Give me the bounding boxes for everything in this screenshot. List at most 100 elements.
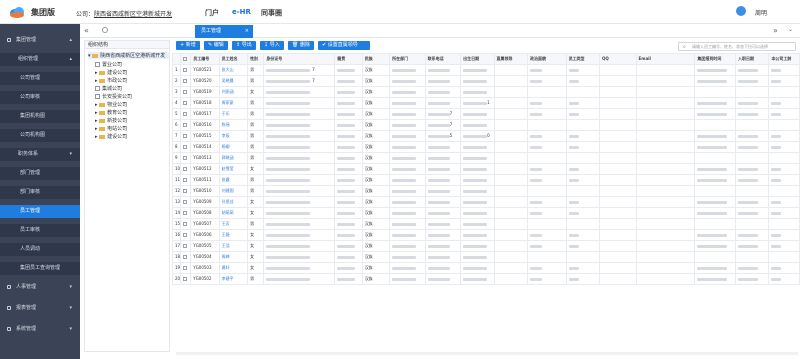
table-row[interactable]: 4 YG00518 周家豪 男 汉族 1 [172,97,800,109]
table-row[interactable]: 14 YG00508 胡萌萌 女 汉族 [172,207,800,219]
column-header[interactable]: 性别 [247,53,265,65]
toolbar-button-3[interactable]: ↧ 导入 [260,41,284,50]
toolbar-button-5[interactable]: ✔ 设置直属领导 [318,41,370,50]
row-checkbox-cell[interactable] [180,174,192,186]
column-header[interactable]: 集团报到时间 [694,53,736,65]
row-checkbox[interactable] [183,211,188,215]
column-header[interactable]: QQ [599,53,637,65]
toolbar-button-2[interactable]: ↥ 导出 [232,41,256,50]
row-checkbox-cell[interactable] [180,196,192,208]
row-checkbox-cell[interactable] [180,218,192,230]
toolbar-button-0[interactable]: + 新增 [176,41,200,50]
column-header[interactable] [172,53,182,65]
employee-name[interactable]: 周婷 [218,251,249,263]
sidebar-item-13[interactable]: 人事管理 ▾ [0,281,80,294]
employee-name[interactable]: 于乐 [218,108,249,120]
sidebar-item-15[interactable]: 系统管理 ▾ [0,323,80,336]
sidebar-item-5[interactable]: 公司机构图 [0,129,80,142]
employee-name[interactable]: 郭晓涵 [218,152,249,164]
sidebar-item-11[interactable]: 人员调动 [0,243,80,256]
sidebar-item-10[interactable]: 员工审核 [0,224,80,237]
employee-name[interactable]: 王芳 [218,218,249,230]
table-row[interactable]: 5 YG00517 于乐 男 汉族 7 [172,108,800,120]
employee-name[interactable]: 周家豪 [218,97,249,109]
row-checkbox-cell[interactable] [180,130,192,142]
employee-name[interactable]: 陈瑶 [218,119,249,131]
sidebar-item-9[interactable]: 员工管理 [0,205,80,218]
row-checkbox-cell[interactable] [180,86,192,98]
employee-name[interactable]: 李建平 [218,273,249,285]
row-checkbox[interactable] [183,79,188,83]
row-checkbox[interactable] [183,68,188,72]
sidebar-item-3[interactable]: 公司审核 [0,91,80,104]
column-header[interactable]: 员工类型 [565,53,601,65]
row-checkbox-cell[interactable] [180,240,192,252]
nav-portal[interactable]: 门户 [205,8,219,18]
chevron-down-icon[interactable]: ⌄ [788,26,793,33]
tree-node[interactable]: ▸ 市政公司 [95,77,127,84]
row-checkbox[interactable] [183,266,188,270]
row-checkbox-cell[interactable] [180,262,192,274]
row-checkbox-cell[interactable] [180,75,192,87]
employee-name[interactable]: 王磊 [218,229,249,241]
nav-ehr[interactable]: e-HR [232,8,251,16]
employee-name[interactable]: 胡萌萌 [218,207,249,219]
row-checkbox[interactable] [183,123,188,127]
sidebar-item-12[interactable]: 集团员工查询管理 [0,262,80,275]
table-row[interactable]: 1 YG00521 张大山 男 7 汉族 [172,64,800,76]
row-checkbox[interactable] [183,222,188,226]
employee-name[interactable]: 赵雪莹 [218,163,249,175]
column-header[interactable]: 籍贯 [334,53,363,65]
table-row[interactable]: 12 YG00510 刘建国 男 汉族 [172,185,800,197]
sidebar-item-1[interactable]: 组织管理 ▴ [0,53,80,66]
scroll-tabs-icon[interactable]: » [773,26,778,35]
employee-name[interactable]: 王浩 [218,240,249,252]
row-checkbox-cell[interactable] [180,108,192,120]
row-checkbox-cell[interactable] [180,119,192,131]
row-checkbox-cell[interactable] [180,185,192,197]
table-row[interactable]: 2 YG00520 吴晓晨 男 7 汉族 [172,75,800,87]
table-row[interactable]: 20 YG00502 李建平 男 汉族 [172,273,800,285]
table-row[interactable]: 9 YG00513 郭晓涵 男 汉族 [172,152,800,164]
row-checkbox[interactable] [183,156,188,160]
sidebar-item-2[interactable]: 公司管理 [0,72,80,85]
employee-name[interactable]: 孙思佳 [218,196,249,208]
row-checkbox-cell[interactable] [180,207,192,219]
column-header[interactable]: 本公司工龄 [768,53,800,65]
tree-node[interactable]: ▸ 建设公司 [95,133,127,140]
row-checkbox[interactable] [183,200,188,204]
row-checkbox[interactable] [183,255,188,259]
collapse-icon[interactable]: « [84,26,89,35]
tree-node[interactable]: ▸ 电站公司 [95,125,127,132]
row-checkbox-cell[interactable] [180,273,192,285]
tree-node[interactable]: 长安投资公司 [95,93,132,100]
table-row[interactable]: 8 YG00514 杨柳 男 汉族 [172,141,800,153]
row-checkbox[interactable] [183,112,188,116]
tree-node[interactable]: ▸ 建设公司 [95,69,127,76]
close-icon[interactable]: × [245,25,249,38]
row-checkbox-cell[interactable] [180,64,192,76]
column-header[interactable]: Email [635,53,696,65]
tree-node[interactable]: ▸ 物业公司 [95,101,127,108]
tree-node[interactable]: ▸ 新技公司 [95,117,127,124]
column-header[interactable]: 所在部门 [389,53,426,65]
sidebar-item-6[interactable]: 职务体系 ▾ [0,148,80,161]
employee-name[interactable]: 黄轩 [218,262,249,274]
sidebar-item-7[interactable]: 部门管理 [0,167,80,180]
sidebar-item-4[interactable]: 集团机构图 [0,110,80,123]
column-header[interactable]: 员工姓名 [218,53,249,65]
column-header[interactable]: 直属领导 [493,53,529,65]
table-row[interactable]: 16 YG00506 王磊 女 汉族 [172,229,800,241]
toolbar-button-4[interactable]: 🗑 删除 [288,41,314,50]
employee-name[interactable]: 刘雨涵 [218,86,249,98]
nav-colleagues[interactable]: 同事圈 [261,8,282,18]
tree-node[interactable]: 置业公司 [95,61,122,68]
row-checkbox[interactable] [183,178,188,182]
employee-name[interactable]: 张露 [218,174,249,186]
home-icon[interactable] [102,27,108,33]
row-checkbox[interactable] [183,101,188,105]
employee-name[interactable]: 杨柳 [218,141,249,153]
sidebar-item-0[interactable]: 集团管理 ▴ [0,34,80,47]
row-checkbox[interactable] [183,233,188,237]
horizontal-scrollbar[interactable] [176,352,798,355]
